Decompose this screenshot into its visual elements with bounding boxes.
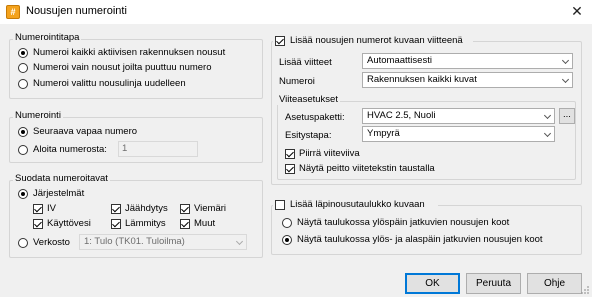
close-icon[interactable]: ✕	[566, 1, 588, 21]
radio-up-down-sizes-label[interactable]: Näytä taulukossa ylös- ja alaspäin jatku…	[297, 234, 543, 245]
browse-package-button[interactable]: ...	[559, 108, 575, 124]
add-refs-select[interactable]: Automaattisesti	[362, 53, 573, 69]
check-draw-leader-label[interactable]: Piirrä viiteviiva	[299, 148, 360, 159]
chevron-down-icon	[543, 111, 552, 120]
package-label: Asetuspaketti:	[285, 112, 345, 123]
check-show-mask[interactable]	[285, 164, 295, 174]
chevron-down-icon	[561, 56, 570, 65]
numbering-target-value: Rakennuksen kaikki kuvat	[367, 74, 477, 85]
numbering-legend: Numerointi	[13, 110, 63, 121]
ok-button[interactable]: OK	[405, 273, 460, 294]
radio-number-all[interactable]	[18, 48, 28, 58]
check-riser-table[interactable]	[275, 200, 285, 210]
check-show-mask-label[interactable]: Näytä peitto viitetekstin taustalla	[299, 163, 435, 174]
chevron-down-icon	[543, 129, 552, 138]
check-muut[interactable]	[180, 219, 190, 229]
filter-legend: Suodata numeroitavat	[13, 173, 110, 184]
help-button[interactable]: Ohje	[527, 273, 582, 294]
package-select[interactable]: HVAC 2.5, Nuoli	[362, 108, 555, 124]
check-riser-table-label[interactable]: Lisää läpinousutaulukko kuvaan	[290, 199, 425, 210]
cancel-button[interactable]: Peruuta	[466, 273, 521, 294]
style-select[interactable]: Ympyrä	[362, 126, 555, 142]
check-lammitys-label[interactable]: Lämmitys	[125, 218, 166, 229]
radio-start-from[interactable]	[18, 145, 28, 155]
ref-settings-legend: Viiteasetukset	[277, 94, 340, 105]
chevron-down-icon	[235, 237, 244, 246]
add-refs-value: Automaattisesti	[367, 55, 432, 66]
radio-network-label[interactable]: Verkosto	[33, 237, 70, 248]
radio-systems-label[interactable]: Järjestelmät	[33, 188, 84, 199]
start-number-input[interactable]: 1	[118, 141, 198, 157]
radio-number-missing-label[interactable]: Numeroi vain nousut joilta puuttuu numer…	[33, 62, 212, 73]
check-iv-label[interactable]: IV	[47, 203, 56, 214]
style-label: Esitystapa:	[285, 130, 332, 141]
radio-next-free[interactable]	[18, 127, 28, 137]
numbering-target-label: Numeroi	[279, 76, 315, 87]
check-viemari[interactable]	[180, 204, 190, 214]
radio-next-free-label[interactable]: Seuraava vapaa numero	[33, 126, 137, 137]
riser-table-group	[271, 205, 582, 255]
check-muut-label[interactable]: Muut	[194, 218, 215, 229]
numbering-target-select[interactable]: Rakennuksen kaikki kuvat	[362, 72, 573, 88]
radio-up-down-sizes[interactable]	[282, 235, 292, 245]
resize-grip-icon[interactable]	[580, 285, 590, 295]
radio-renumber-selected-label[interactable]: Numeroi valittu nousulinja uudelleen	[33, 78, 186, 89]
numbering-mode-legend: Numerointitapa	[13, 32, 82, 43]
network-select-value: 1: Tulo (TK01. Tuloilma)	[84, 236, 185, 247]
check-draw-leader[interactable]	[285, 149, 295, 159]
check-viemari-label[interactable]: Viemäri	[194, 203, 226, 214]
radio-network[interactable]	[18, 238, 28, 248]
radio-up-sizes-label[interactable]: Näytä taulukossa ylöspäin jatkuvien nous…	[297, 217, 509, 228]
app-icon: #	[6, 5, 20, 19]
add-refs-label: Lisää viitteet	[279, 57, 332, 68]
chevron-down-icon	[561, 75, 570, 84]
check-kayttovesi-label[interactable]: Käyttövesi	[47, 218, 91, 229]
check-jaahdytys-label[interactable]: Jäähdytys	[125, 203, 168, 214]
radio-up-sizes[interactable]	[282, 218, 292, 228]
radio-start-from-label[interactable]: Aloita numerosta:	[33, 144, 107, 155]
check-add-references[interactable]	[275, 36, 285, 46]
check-jaahdytys[interactable]	[111, 204, 121, 214]
window-title: Nousujen numerointi	[26, 5, 127, 17]
check-iv[interactable]	[33, 204, 43, 214]
radio-renumber-selected[interactable]	[18, 79, 28, 89]
check-kayttovesi[interactable]	[33, 219, 43, 229]
package-value: HVAC 2.5, Nuoli	[367, 110, 436, 121]
radio-number-all-label[interactable]: Numeroi kaikki aktiivisen rakennuksen no…	[33, 47, 225, 58]
network-select[interactable]: 1: Tulo (TK01. Tuloilma)	[79, 234, 247, 250]
check-lammitys[interactable]	[111, 219, 121, 229]
check-add-references-label[interactable]: Lisää nousujen numerot kuvaan viitteenä	[290, 35, 463, 46]
radio-systems[interactable]	[18, 189, 28, 199]
style-value: Ympyrä	[367, 128, 400, 139]
radio-number-missing[interactable]	[18, 63, 28, 73]
